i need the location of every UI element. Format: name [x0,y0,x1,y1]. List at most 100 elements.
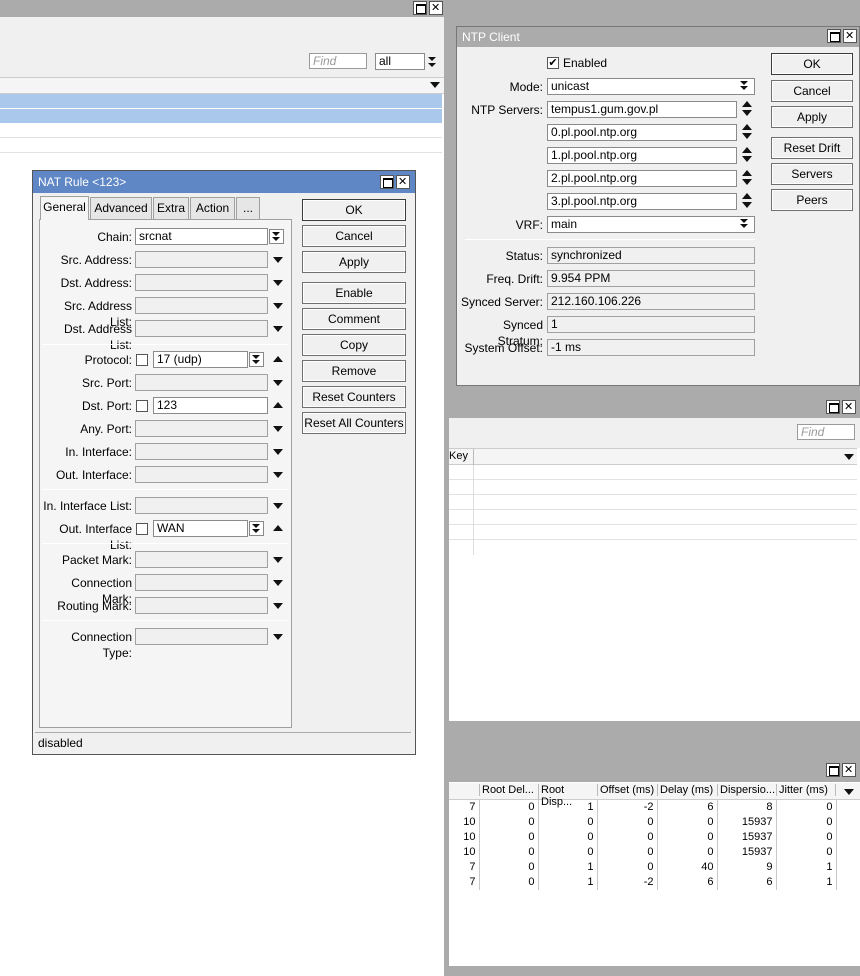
expand-icon[interactable] [273,380,283,386]
ok-button[interactable]: OK [771,53,853,75]
vrf-dropdown-icon[interactable] [738,217,753,232]
column-header[interactable]: Jitter (ms) [776,784,836,796]
peers-button[interactable]: Peers [771,189,853,211]
expand-icon[interactable] [273,503,283,509]
list-item[interactable] [449,465,857,480]
reorder-icon[interactable] [741,101,753,117]
table-row-selected[interactable] [0,94,442,108]
reset-all-counters-button[interactable]: Reset All Counters [302,412,406,434]
close-icon[interactable] [842,763,856,777]
tab-advanced[interactable]: Advanced [90,197,152,219]
column-menu-icon[interactable] [430,82,440,88]
out-interface-list-select[interactable]: WAN [153,520,248,537]
ntp-server-field[interactable]: 0.pl.pool.ntp.org [547,124,737,141]
expand-icon[interactable] [273,603,283,609]
in-interface-field[interactable] [135,443,268,460]
reset-counters-button[interactable]: Reset Counters [302,386,406,408]
expand-icon[interactable] [273,257,283,263]
expand-icon[interactable] [273,280,283,286]
list-item[interactable] [449,525,857,540]
close-icon[interactable] [842,400,856,414]
any-port-field[interactable] [135,420,268,437]
reorder-icon[interactable] [741,193,753,209]
maximize-icon[interactable] [380,175,394,189]
table-row[interactable]: 7 0 1 -2 6 8 0 [449,800,837,815]
protocol-dropdown-icon[interactable] [249,352,264,367]
vrf-select[interactable]: main [547,216,755,233]
reorder-icon[interactable] [741,124,753,140]
maximize-icon[interactable] [826,400,840,414]
table-row[interactable]: 10 0 0 0 0 15937 0 [449,815,837,830]
src-address-field[interactable] [135,251,268,268]
table-row[interactable]: 7 0 1 -2 6 6 1 [449,875,837,890]
tab-general[interactable]: General [40,196,89,220]
find-input[interactable]: Find [797,424,855,440]
src-address-list-field[interactable] [135,297,268,314]
connection-mark-field[interactable] [135,574,268,591]
table-row[interactable]: 7 0 1 0 40 9 1 [449,860,837,875]
packet-mark-field[interactable] [135,551,268,568]
chain-dropdown-icon[interactable] [269,229,284,244]
routing-mark-field[interactable] [135,597,268,614]
cancel-button[interactable]: Cancel [771,80,853,102]
reorder-icon[interactable] [741,147,753,163]
column-menu-icon[interactable] [844,789,854,795]
ntp-server-field[interactable]: 1.pl.pool.ntp.org [547,147,737,164]
enabled-checkbox[interactable]: ✔ [547,57,559,69]
column-header[interactable]: Key [449,450,468,462]
mode-dropdown-icon[interactable] [738,79,753,94]
protocol-select[interactable]: 17 (udp) [153,351,248,368]
in-interface-list-field[interactable] [135,497,268,514]
dst-address-list-field[interactable] [135,320,268,337]
column-header[interactable]: Offset (ms) [597,784,657,796]
list-item[interactable] [449,480,857,495]
ntp-server-field[interactable]: 3.pl.pool.ntp.org [547,193,737,210]
reset-drift-button[interactable]: Reset Drift [771,137,853,159]
list-item[interactable] [449,495,857,510]
ntp-server-field[interactable]: 2.pl.pool.ntp.org [547,170,737,187]
expand-icon[interactable] [273,326,283,332]
ntp-server-field[interactable]: tempus1.gum.gov.pl [547,101,737,118]
dst-port-field[interactable]: 123 [153,397,268,414]
table-row-selected[interactable] [0,109,442,123]
filter-dropdown-icon[interactable] [426,54,440,69]
copy-button[interactable]: Copy [302,334,406,356]
list-item[interactable] [449,510,857,525]
apply-button[interactable]: Apply [771,106,853,128]
mode-select[interactable]: unicast [547,78,755,95]
ok-button[interactable]: OK [302,199,406,221]
maximize-icon[interactable] [827,29,841,43]
filter-select[interactable]: all [375,53,425,70]
table-row[interactable]: 10 0 0 0 0 15937 0 [449,845,837,860]
reorder-icon[interactable] [741,170,753,186]
column-header[interactable]: Delay (ms) [657,784,717,796]
table-row[interactable] [0,124,442,138]
expand-icon[interactable] [273,426,283,432]
expand-icon[interactable] [273,303,283,309]
find-input[interactable]: Find [309,53,367,69]
apply-button[interactable]: Apply [302,251,406,273]
expand-icon[interactable] [273,634,283,640]
connection-type-field[interactable] [135,628,268,645]
collapse-icon[interactable] [273,356,283,362]
protocol-negate-checkbox[interactable] [136,354,148,366]
cancel-button[interactable]: Cancel [302,225,406,247]
collapse-icon[interactable] [273,525,283,531]
tab-action[interactable]: Action [190,197,235,219]
comment-button[interactable]: Comment [302,308,406,330]
column-header[interactable]: Dispersio... [717,784,777,796]
maximize-icon[interactable] [413,1,427,15]
column-menu-icon[interactable] [844,454,854,460]
out-interface-list-dropdown-icon[interactable] [249,521,264,536]
table-row[interactable] [0,139,442,153]
column-header[interactable]: Root Del... [479,784,539,796]
close-icon[interactable] [429,1,443,15]
tab-extra[interactable]: Extra [153,197,189,219]
tab-more[interactable]: ... [236,197,260,219]
expand-icon[interactable] [273,580,283,586]
table-row[interactable]: 10 0 0 0 0 15937 0 [449,830,837,845]
maximize-icon[interactable] [826,763,840,777]
expand-icon[interactable] [273,449,283,455]
chain-select[interactable]: srcnat [135,228,268,245]
servers-button[interactable]: Servers [771,163,853,185]
